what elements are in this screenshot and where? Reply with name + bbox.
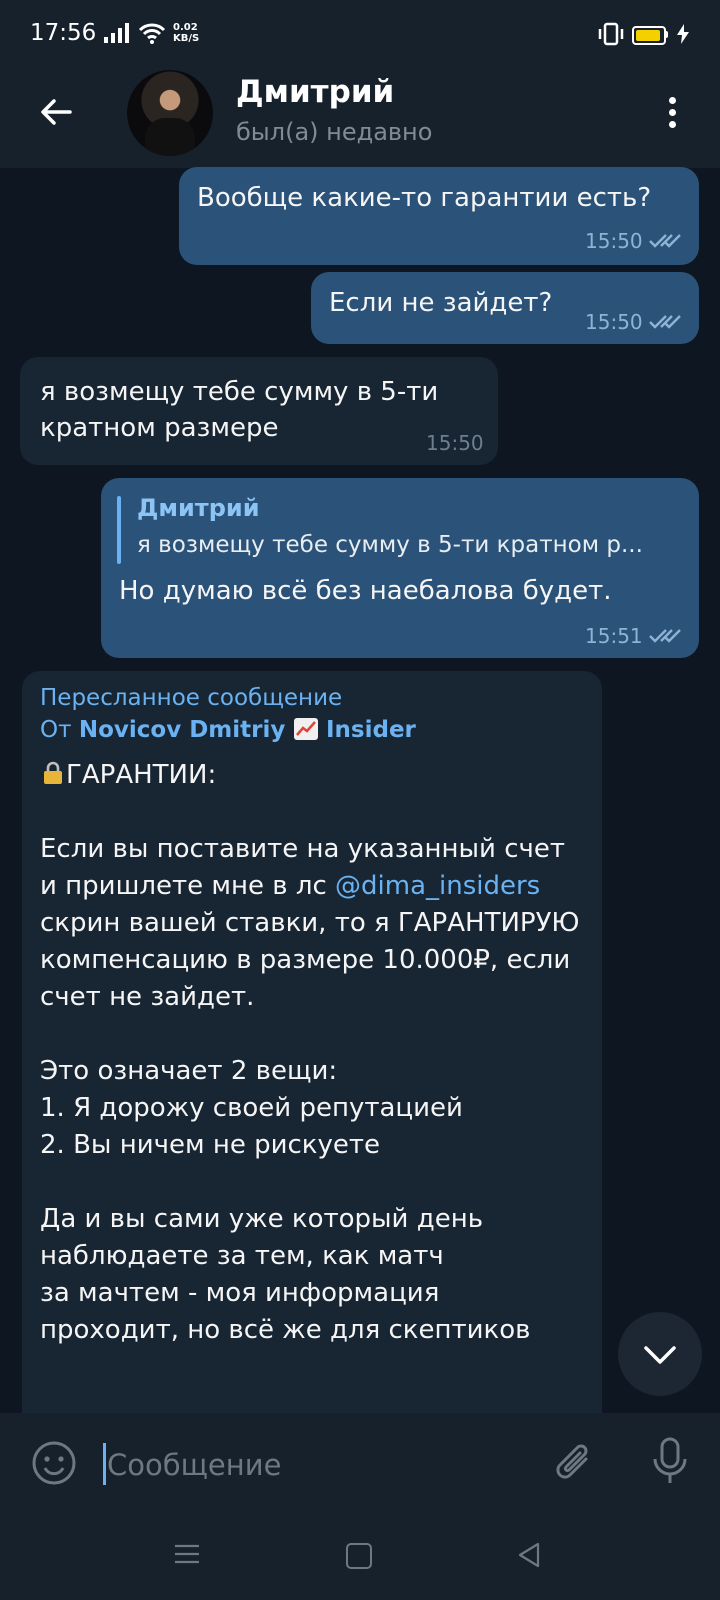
emoji-icon[interactable] [30, 1439, 78, 1487]
message-time: 15:50 [585, 229, 643, 253]
forwarded-label: Пересланное сообщение [40, 685, 343, 711]
forwarded-line: Это означает 2 вещи: [40, 1056, 338, 1086]
reply-text[interactable]: я возмещу тебе сумму в 5-ти кратном р... [137, 532, 677, 558]
message-time: 15:50 [585, 310, 643, 334]
message-time: 15:50 [426, 431, 484, 455]
double-check-icon [649, 234, 681, 248]
message-time: 15:51 [585, 624, 643, 648]
username-link[interactable]: @dima_insiders [335, 871, 540, 901]
message-input-bar [0, 1413, 720, 1513]
message-text: Вообще какие-то гарантии есть? [197, 183, 652, 213]
forwarded-paragraph: Если вы поставите на указанный счет и пр… [40, 831, 580, 1016]
message-text: Если не зайдет? [329, 288, 553, 318]
lock-icon [44, 761, 62, 784]
contact-name[interactable]: Дмитрий [236, 74, 394, 110]
system-nav-bar [0, 1513, 720, 1600]
forwarded-line: за мачтем - моя информация [40, 1278, 440, 1308]
chat-header: Дмитрий был(а) недавно [0, 60, 720, 168]
forwarded-line: Да и вы сами уже который день [40, 1204, 484, 1234]
more-vert-icon[interactable] [660, 92, 684, 136]
battery-icon [632, 26, 666, 45]
forwarded-author: Novicov Dmitriy [78, 717, 286, 743]
forwarded-heading: ГАРАНТИИ: [40, 757, 580, 794]
message-bubble-forwarded[interactable]: Пересланное сообщение От Novicov Dmitriy… [22, 671, 602, 1431]
reply-author[interactable]: Дмитрий [137, 494, 260, 522]
forwarded-body: ГАРАНТИИ: Если вы поставите на указанный… [40, 757, 580, 1349]
nav-back-icon[interactable] [516, 1541, 542, 1569]
message-bubble-incoming[interactable]: я возмещу тебе сумму в 5-ти кратном разм… [20, 357, 498, 465]
forwarded-author-suffix: Insider [325, 717, 416, 743]
charging-icon [677, 24, 689, 44]
forwarded-line: 1. Я дорожу своей репутацией [40, 1093, 463, 1123]
chart-up-icon [293, 718, 318, 740]
avatar[interactable] [127, 70, 213, 156]
reply-quote-bar [117, 496, 121, 564]
forwarded-line: 2. Вы ничем не рискуете [40, 1130, 381, 1160]
status-bar: 17:56 0.02 KB/S [0, 0, 720, 60]
network-speed-unit: KB/S [173, 33, 200, 44]
wifi-icon [138, 23, 166, 44]
recents-menu-icon[interactable] [174, 1543, 200, 1565]
back-arrow-icon[interactable] [36, 92, 76, 132]
forwarded-line: проходит, но всё же для скептиков [40, 1315, 531, 1345]
paperclip-icon[interactable] [552, 1439, 598, 1487]
home-icon[interactable] [346, 1543, 372, 1569]
message-text: Но думаю всё без наебалова будет. [119, 576, 612, 606]
message-bubble-outgoing[interactable]: Дмитрий я возмещу тебе сумму в 5-ти крат… [101, 478, 699, 658]
status-time: 17:56 [30, 20, 97, 46]
message-text-line: кратном размере [40, 413, 279, 443]
signal-icon [104, 23, 129, 43]
forwarded-from[interactable]: От Novicov Dmitriy Insider [40, 717, 416, 743]
message-input[interactable] [105, 1443, 529, 1487]
message-bubble-outgoing[interactable]: Вообще какие-то гарантии есть? 15:50 [179, 167, 699, 265]
double-check-icon [649, 629, 681, 643]
message-bubble-outgoing[interactable]: Если не зайдет? 15:50 [311, 272, 699, 344]
contact-status: был(а) недавно [236, 118, 433, 146]
chevron-down-icon [644, 1346, 676, 1364]
double-check-icon [649, 315, 681, 329]
paragraph-text: скрин вашей ставки, то я ГАРАНТИРУЮ комп… [40, 908, 580, 1012]
forwarded-prefix: От [40, 717, 72, 743]
microphone-icon[interactable] [652, 1437, 688, 1487]
battery-tip [665, 31, 668, 38]
network-speed: 0.02 KB/S [173, 22, 199, 44]
vibrate-icon [598, 22, 624, 46]
network-speed-value: 0.02 [173, 22, 198, 33]
heading-text: ГАРАНТИИ: [66, 760, 217, 790]
scroll-down-button[interactable] [618, 1312, 702, 1396]
message-text-line: я возмещу тебе сумму в 5-ти [40, 377, 439, 407]
forwarded-line: наблюдаете за тем, как матч [40, 1241, 444, 1271]
